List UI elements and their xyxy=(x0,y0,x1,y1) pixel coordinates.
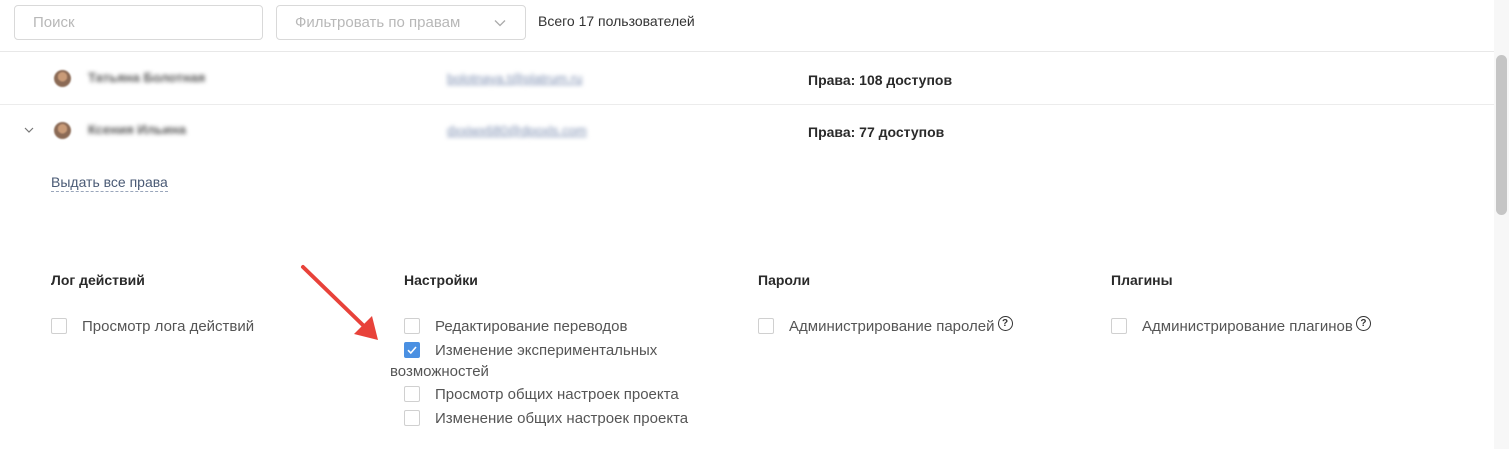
checkbox[interactable] xyxy=(404,386,420,402)
user-rights-count: Права: 108 доступов xyxy=(808,72,953,88)
checkbox[interactable] xyxy=(758,318,774,334)
help-icon[interactable]: ? xyxy=(997,316,1013,331)
group-title: Плагины xyxy=(1111,272,1173,288)
user-name: Татьяна Болотная xyxy=(88,70,206,85)
permission-label: Редактирование переводов xyxy=(435,318,628,335)
group-title: Настройки xyxy=(404,272,478,288)
permission-view-action-log[interactable]: Просмотр лога действий xyxy=(51,316,254,337)
total-users-count: Всего 17 пользователей xyxy=(538,13,695,29)
permission-label: Изменение общих настроек проекта xyxy=(435,410,689,427)
permission-label: Просмотр общих настроек проекта xyxy=(435,386,679,403)
user-email[interactable]: dxxiwx680@dpoxls.com xyxy=(447,123,587,138)
grant-all-rights-link[interactable]: Выдать все права xyxy=(51,174,168,192)
permission-group-passwords: Пароли xyxy=(758,272,810,290)
checkbox-checked[interactable] xyxy=(404,342,420,358)
permission-change-project-settings[interactable]: Изменение общих настроек проекта xyxy=(404,408,688,429)
help-icon[interactable]: ? xyxy=(1355,316,1371,331)
users-permissions-page: Фильтровать по правам Всего 17 пользоват… xyxy=(0,0,1509,449)
chevron-down-icon xyxy=(494,19,506,26)
avatar xyxy=(54,122,71,139)
user-row[interactable]: Ксения Ильина dxxiwx680@dpoxls.com Права… xyxy=(0,105,1494,157)
annotation-arrow-icon xyxy=(301,265,378,340)
checkmark-icon xyxy=(407,346,417,355)
group-title: Лог действий xyxy=(51,272,145,288)
permission-edit-translations[interactable]: Редактирование переводов xyxy=(404,316,627,337)
avatar xyxy=(54,70,71,87)
permission-label: Просмотр лога действий xyxy=(82,318,255,335)
checkbox[interactable] xyxy=(404,318,420,334)
permission-password-admin[interactable]: Администрирование паролей ? xyxy=(758,316,1013,337)
user-name: Ксения Ильина xyxy=(88,122,186,137)
user-row[interactable]: Татьяна Болотная bolotnaya.t@platrum.ru … xyxy=(0,53,1494,105)
rights-filter-placeholder: Фильтровать по правам xyxy=(295,14,461,31)
permission-plugin-admin[interactable]: Администрирование плагинов ? xyxy=(1111,316,1371,337)
toolbar: Фильтровать по правам Всего 17 пользоват… xyxy=(0,0,1494,52)
permission-group-plugins: Плагины xyxy=(1111,272,1173,290)
user-rights-count: Права: 77 доступов xyxy=(808,124,945,140)
group-title: Пароли xyxy=(758,272,811,288)
permission-group-log: Лог действий xyxy=(51,272,145,290)
permission-label: Администрирование плагинов xyxy=(1142,318,1353,335)
checkbox[interactable] xyxy=(404,410,420,426)
checkbox[interactable] xyxy=(1111,318,1127,334)
search-input[interactable] xyxy=(14,5,263,40)
permission-label-continued: возможностей xyxy=(390,363,489,380)
vertical-scrollbar[interactable] xyxy=(1494,0,1509,449)
rights-filter-select[interactable]: Фильтровать по правам xyxy=(276,5,526,40)
checkbox[interactable] xyxy=(51,318,67,334)
permission-change-experimental-features[interactable]: Изменение экспериментальных возможностей xyxy=(390,340,704,382)
permission-view-project-settings[interactable]: Просмотр общих настроек проекта xyxy=(404,384,679,405)
scrollbar-thumb[interactable] xyxy=(1496,55,1507,215)
permission-label: Изменение экспериментальных xyxy=(435,342,658,359)
permission-group-settings: Настройки xyxy=(404,272,478,290)
permission-label: Администрирование паролей xyxy=(789,318,995,335)
user-email[interactable]: bolotnaya.t@platrum.ru xyxy=(447,71,582,86)
chevron-down-icon[interactable] xyxy=(22,123,36,137)
